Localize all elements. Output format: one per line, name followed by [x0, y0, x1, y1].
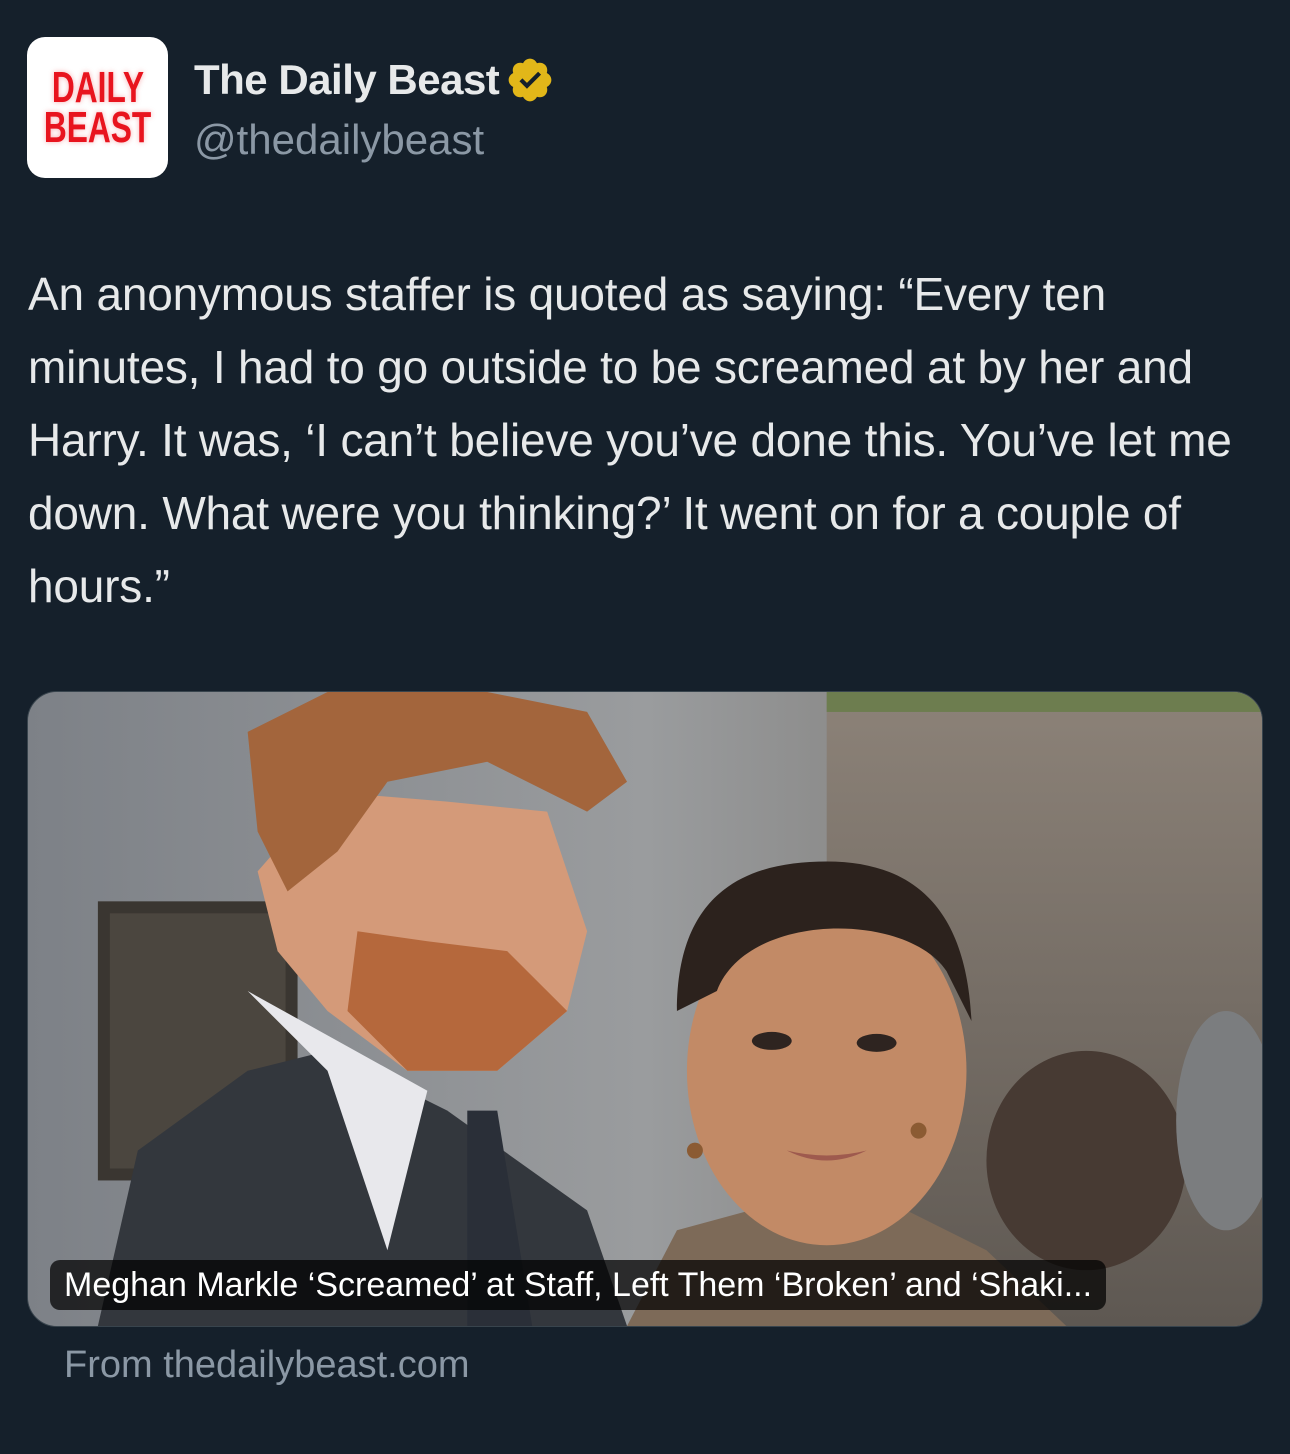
tweet-text: An anonymous staffer is quoted as saying…	[28, 268, 1245, 612]
author-name-row[interactable]: The Daily Beast	[194, 52, 555, 108]
account-handle[interactable]: @thedailybeast	[194, 112, 484, 168]
news-photo-icon	[28, 692, 1262, 1326]
avatar-logo-line1: DAILY	[51, 62, 144, 112]
avatar-logo-line2: BEAST	[43, 102, 152, 152]
avatar[interactable]: DAILY BEAST	[27, 37, 168, 178]
tweet[interactable]: DAILY BEAST The Daily Beast @thedailybea…	[0, 0, 1290, 1454]
link-card[interactable]: Meghan Markle ‘Screamed’ at Staff, Left …	[27, 691, 1263, 1327]
link-card-title: Meghan Markle ‘Screamed’ at Staff, Left …	[50, 1260, 1107, 1310]
display-name[interactable]: The Daily Beast	[194, 52, 500, 108]
link-source[interactable]: From thedailybeast.com	[64, 1338, 470, 1392]
verified-badge-icon	[505, 55, 555, 105]
